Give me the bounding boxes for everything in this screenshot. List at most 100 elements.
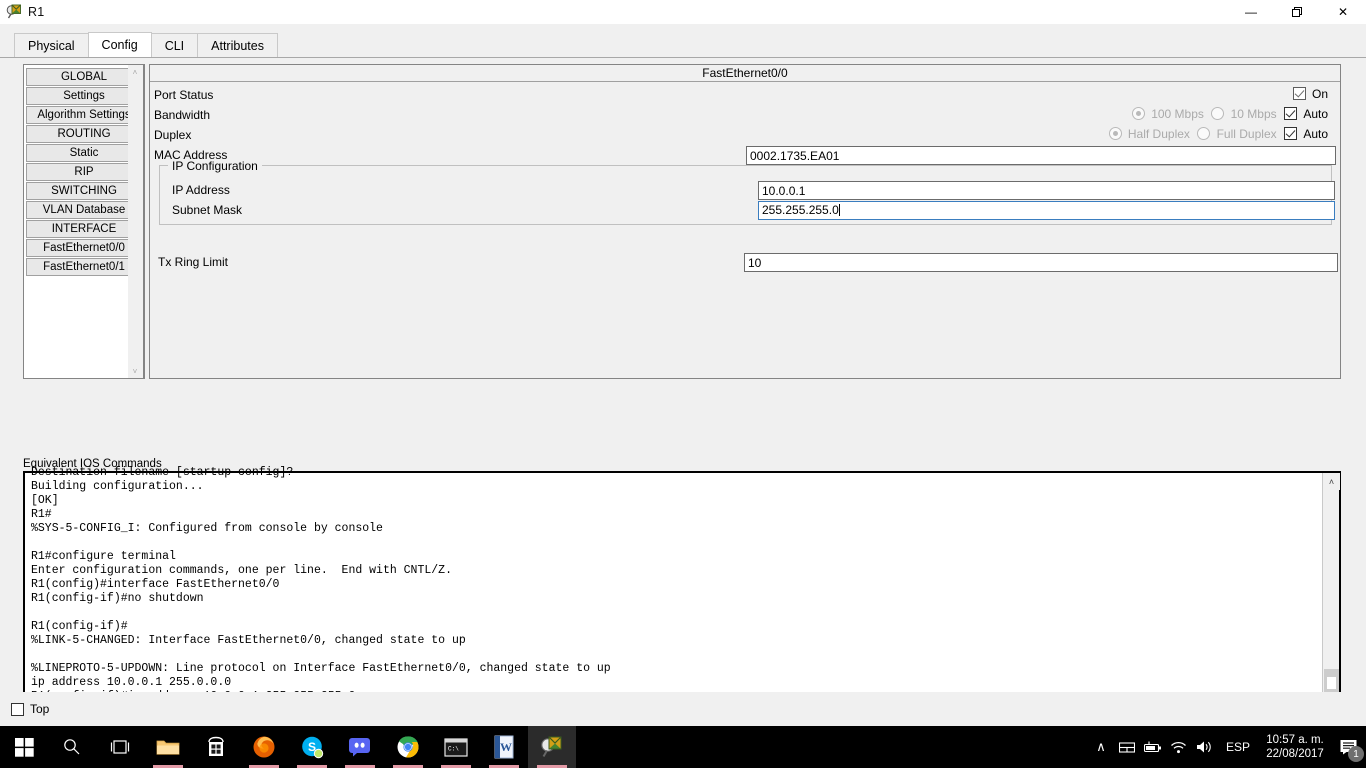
- sidebar-item-switching[interactable]: SWITCHING: [26, 182, 142, 200]
- tx-ring-limit-input[interactable]: [744, 253, 1338, 272]
- ip-address-label: IP Address: [172, 183, 230, 197]
- clock[interactable]: 10:57 a. m. 22/08/2017: [1258, 733, 1332, 761]
- packet-tracer-icon[interactable]: [528, 726, 576, 768]
- svg-text:C:\: C:\: [448, 745, 459, 752]
- sidebar-item-settings[interactable]: Settings: [26, 87, 142, 105]
- sidebar-item-static[interactable]: Static: [26, 144, 142, 162]
- mac-address-input[interactable]: [746, 146, 1336, 165]
- minimize-button[interactable]: —: [1228, 0, 1274, 24]
- row-mac-address: MAC Address: [150, 146, 1340, 166]
- bandwidth-auto-label: Auto: [1303, 107, 1328, 121]
- bandwidth-controls[interactable]: 100 Mbps 10 Mbps Auto: [1131, 107, 1332, 121]
- footer-bar: Top: [0, 692, 1366, 726]
- show-hidden-icons-chevron-icon[interactable]: ∧: [1088, 726, 1114, 768]
- microsoft-store-icon[interactable]: [192, 726, 240, 768]
- sidebar-item-fastethernet00[interactable]: FastEthernet0/0: [26, 239, 142, 257]
- sidebar-item-global[interactable]: GLOBAL: [26, 68, 142, 86]
- top-checkbox[interactable]: [11, 702, 24, 716]
- config-sidebar: GLOBAL Settings Algorithm Settings ROUTI…: [23, 64, 145, 379]
- port-status-checkbox[interactable]: [1292, 87, 1306, 100]
- duplex-controls[interactable]: Half Duplex Full Duplex Auto: [1108, 127, 1332, 141]
- packet-tracer-router-icon: [6, 4, 22, 20]
- sidebar-item-vlan-database[interactable]: VLAN Database: [26, 201, 142, 219]
- scroll-down-icon[interactable]: ˅: [128, 364, 142, 378]
- sidebar-scrollbar[interactable]: ˄ ˅: [128, 64, 144, 379]
- row-port-status: Port Status On: [150, 86, 1340, 106]
- tab-attributes[interactable]: Attributes: [197, 33, 278, 58]
- subnet-mask-input[interactable]: 255.255.255.0: [758, 201, 1335, 220]
- bandwidth-100mbps-radio[interactable]: [1131, 107, 1145, 120]
- chrome-icon[interactable]: [384, 726, 432, 768]
- svg-text:W: W: [500, 740, 512, 754]
- ios-console-text: Destination filename [startup-config]? B…: [31, 466, 611, 712]
- file-explorer-icon[interactable]: [144, 726, 192, 768]
- duplex-half-label: Half Duplex: [1127, 127, 1190, 141]
- sidebar-item-rip[interactable]: RIP: [26, 163, 142, 181]
- search-icon[interactable]: [48, 726, 96, 768]
- subnet-mask-value: 255.255.255.0: [762, 203, 839, 217]
- port-status-checkbox-label: On: [1311, 87, 1328, 101]
- word-icon[interactable]: W: [480, 726, 528, 768]
- language-indicator[interactable]: ESP: [1218, 740, 1258, 754]
- action-center-button[interactable]: 1: [1332, 726, 1366, 768]
- duplex-full-radio[interactable]: [1197, 127, 1211, 140]
- volume-icon[interactable]: [1192, 726, 1218, 768]
- duplex-auto-label: Auto: [1303, 127, 1328, 141]
- tab-config[interactable]: Config: [87, 32, 152, 58]
- scroll-up-icon[interactable]: ˄: [128, 65, 142, 79]
- sidebar-item-algorithm-settings[interactable]: Algorithm Settings: [26, 106, 142, 124]
- duplex-full-label: Full Duplex: [1216, 127, 1277, 141]
- panel-header-title: FastEthernet0/0: [150, 65, 1340, 82]
- window-title: R1: [28, 5, 45, 19]
- duplex-half-radio[interactable]: [1108, 127, 1122, 140]
- tabs-row: Physical Config CLI Attributes: [14, 32, 278, 58]
- firefox-icon[interactable]: [240, 726, 288, 768]
- tx-ring-limit-label: Tx Ring Limit: [158, 255, 229, 269]
- system-tray: ∧ ESP 10:57 a. m. 22/08/2017 1: [1088, 726, 1366, 768]
- sidebar-item-interface[interactable]: INTERFACE: [26, 220, 142, 238]
- tab-strip: Physical Config CLI Attributes: [0, 24, 1366, 58]
- ip-address-input[interactable]: [758, 181, 1335, 200]
- start-button[interactable]: [0, 726, 48, 768]
- maximize-icon: [1291, 6, 1302, 17]
- title-bar: R1 — ✕: [0, 0, 1366, 24]
- bandwidth-10mbps-label: 10 Mbps: [1230, 107, 1277, 121]
- battery-icon[interactable]: [1140, 726, 1166, 768]
- windows-taskbar: S C:\ W ∧ ESP 10:57 a. m. 22/08/2017 1: [0, 726, 1366, 768]
- row-duplex: Duplex Half Duplex Full Duplex Auto: [150, 126, 1340, 146]
- bandwidth-100mbps-label: 100 Mbps: [1151, 107, 1204, 121]
- tab-physical[interactable]: Physical: [14, 33, 89, 58]
- ios-scroll-up-icon[interactable]: ˄: [1323, 473, 1340, 490]
- notification-count-badge: 1: [1348, 746, 1364, 762]
- ip-configuration-title: IP Configuration: [168, 159, 262, 173]
- clock-time: 10:57 a. m.: [1266, 734, 1324, 746]
- sidebar-item-fastethernet01[interactable]: FastEthernet0/1: [26, 258, 142, 276]
- wifi-icon[interactable]: [1166, 726, 1192, 768]
- task-view-icon[interactable]: [96, 726, 144, 768]
- ip-configuration-group: IP Configuration IP Address Subnet Mask …: [159, 159, 1335, 225]
- config-body: GLOBAL Settings Algorithm Settings ROUTI…: [0, 58, 1366, 717]
- clock-date: 22/08/2017: [1266, 748, 1324, 760]
- bandwidth-10mbps-radio[interactable]: [1211, 107, 1225, 120]
- equivalent-ios-commands-console[interactable]: Destination filename [startup-config]? B…: [23, 466, 1341, 717]
- port-status-label: Port Status: [154, 88, 214, 102]
- subnet-mask-label: Subnet Mask: [172, 203, 243, 217]
- sidebar-item-routing[interactable]: ROUTING: [26, 125, 142, 143]
- duplex-auto-checkbox[interactable]: [1283, 127, 1297, 140]
- maximize-button[interactable]: [1274, 0, 1320, 24]
- window-controls: — ✕: [1228, 0, 1366, 24]
- tab-cli[interactable]: CLI: [150, 33, 199, 58]
- network-icon[interactable]: [1114, 726, 1140, 768]
- text-caret: [838, 204, 840, 216]
- windows-logo-icon: [14, 737, 34, 757]
- port-status-control[interactable]: On: [1292, 87, 1332, 101]
- bandwidth-auto-checkbox[interactable]: [1283, 107, 1297, 120]
- ios-scroll-thumb-grip: [1327, 677, 1336, 689]
- discord-icon[interactable]: [336, 726, 384, 768]
- row-bandwidth: Bandwidth 100 Mbps 10 Mbps Auto: [150, 106, 1340, 126]
- ios-console-scrollbar[interactable]: ˄ ˅: [1322, 473, 1340, 715]
- skype-icon[interactable]: S: [288, 726, 336, 768]
- close-button[interactable]: ✕: [1320, 0, 1366, 24]
- duplex-label: Duplex: [154, 128, 192, 142]
- command-prompt-icon[interactable]: C:\: [432, 726, 480, 768]
